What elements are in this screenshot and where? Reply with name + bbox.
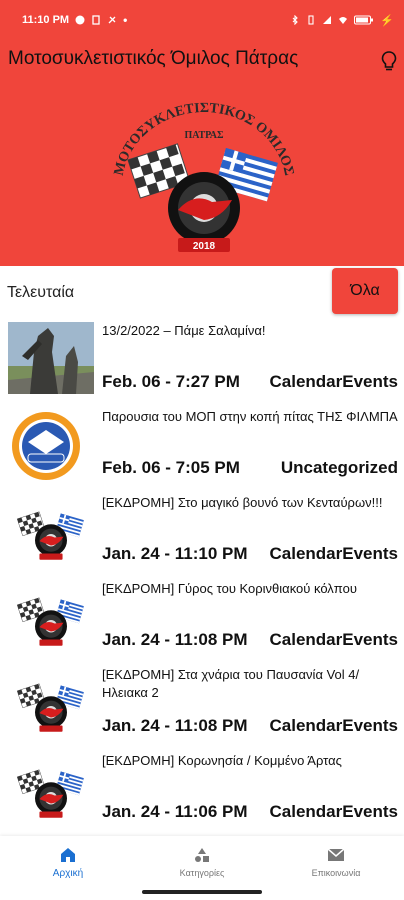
posts-list: 13/2/2022 – Πάμε Σαλαμίνα! Feb. 06 - 7:2… xyxy=(0,318,404,834)
nav-home[interactable]: Αρχική xyxy=(8,846,128,879)
home-indicator[interactable] xyxy=(142,890,262,894)
statue-photo-image xyxy=(8,322,94,394)
club-logo-graphic: ΜΟΤΟΣΥΚΛΕΤΙΣΤΙΚΟΣ ΟΜΙΛΟΣ ΠΑΤΡΑΣ 2018 xyxy=(112,101,296,253)
post-date: Feb. 06 - 7:27 PM xyxy=(102,372,240,391)
vibrate-icon xyxy=(308,15,314,25)
post-thumbnail xyxy=(8,408,94,480)
status-time: 11:10 PM xyxy=(22,14,70,26)
club-logo-thumb xyxy=(8,580,94,652)
signal-icon xyxy=(323,16,332,24)
categories-icon xyxy=(195,848,209,862)
post-thumbnail xyxy=(8,322,94,394)
post-category: CalendarEvents xyxy=(269,372,399,391)
club-logo-thumb xyxy=(8,666,94,738)
battery-charging-icon: ⚡ xyxy=(380,14,394,27)
status-right: ⚡ xyxy=(290,14,394,27)
post-date: Jan. 24 - 11:08 PM xyxy=(102,716,248,735)
nav-categories[interactable]: Κατηγορίες xyxy=(142,846,262,878)
club-logo-thumb xyxy=(8,494,94,566)
latest-section-header: Τελευταία Όλα xyxy=(0,266,404,318)
post-thumbnail xyxy=(8,580,94,652)
filmpa-logo-image xyxy=(8,408,94,480)
wifi-icon xyxy=(339,17,348,24)
notification-icon xyxy=(108,16,116,24)
nav-home-label: Αρχική xyxy=(52,868,84,879)
post-item[interactable]: Παρουσια του ΜΟΠ στην κοπή πίτας ΤΗΣ ΦΙΛ… xyxy=(0,404,404,490)
post-title: 13/2/2022 – Πάμε Σαλαμίνα! xyxy=(102,323,266,338)
post-category: CalendarEvents xyxy=(269,802,399,821)
post-title: [ΕΚΔΡΟΜΗ] Στα χνάρια του Παυσανία Vol 4/… xyxy=(102,667,360,700)
post-item[interactable]: [ΕΚΔΡΟΜΗ] Κορωνησία / Κομμένο Άρτας Jan.… xyxy=(0,748,404,834)
post-category: CalendarEvents xyxy=(269,716,399,735)
sim-icon xyxy=(92,15,100,25)
logo-city-text: ΠΑΤΡΑΣ xyxy=(184,130,224,141)
post-thumbnail xyxy=(8,752,94,824)
post-title: Παρουσια του ΜΟΠ στην κοπή πίτας ΤΗΣ ΦΙΛ… xyxy=(102,409,398,424)
app-title: Μοτοσυκλετιστικός Όμιλος Πάτρας xyxy=(8,48,299,69)
battery-icon xyxy=(354,15,374,25)
lightbulb-icon[interactable] xyxy=(380,50,398,72)
home-icon xyxy=(61,848,75,862)
section-title: Τελευταία xyxy=(7,284,75,301)
post-thumbnail xyxy=(8,494,94,566)
post-date: Jan. 24 - 11:10 PM xyxy=(102,544,248,563)
status-left: 11:10 PM • xyxy=(22,13,127,27)
nav-contact-label: Επικοινωνία xyxy=(311,868,361,878)
post-category: CalendarEvents xyxy=(269,544,399,563)
nav-contact[interactable]: Επικοινωνία xyxy=(276,846,396,878)
all-button[interactable]: Όλα xyxy=(332,268,398,314)
post-category: CalendarEvents xyxy=(269,630,399,649)
post-title: [ΕΚΔΡΟΜΗ] Στο μαγικό βουνό των Κενταύρων… xyxy=(102,495,383,510)
post-date: Jan. 24 - 11:06 PM xyxy=(102,802,248,821)
bottom-navigation: Αρχική Κατηγορίες Επικοινωνία xyxy=(0,836,404,900)
post-date: Feb. 06 - 7:05 PM xyxy=(102,458,240,477)
logo-year-text: 2018 xyxy=(193,241,216,252)
app-header: Μοτοσυκλετιστικός Όμιλος Πάτρας ΜΟΤΟΣΥΚΛ… xyxy=(0,40,404,266)
club-logo: ΜΟΤΟΣΥΚΛΕΤΙΣΤΙΚΟΣ ΟΜΙΛΟΣ ΠΑΤΡΑΣ 2018 xyxy=(108,100,300,262)
post-date: Jan. 24 - 11:08 PM xyxy=(102,630,248,649)
more-notifications-icon: • xyxy=(123,13,128,27)
post-item[interactable]: [ΕΚΔΡΟΜΗ] Γύρος του Κορινθιακού κόλπου J… xyxy=(0,576,404,662)
post-category: Uncategorized xyxy=(280,458,398,477)
mail-icon xyxy=(327,848,345,861)
post-item[interactable]: [ΕΚΔΡΟΜΗ] Στο μαγικό βουνό των Κενταύρων… xyxy=(0,490,404,576)
post-item[interactable]: [ΕΚΔΡΟΜΗ] Στα χνάρια του Παυσανία Vol 4/… xyxy=(0,662,404,748)
nav-categories-label: Κατηγορίες xyxy=(179,868,225,878)
post-title: [ΕΚΔΡΟΜΗ] Γύρος του Κορινθιακού κόλπου xyxy=(102,581,357,596)
bluetooth-icon xyxy=(292,15,299,25)
status-bar: 11:10 PM • ⚡ xyxy=(0,0,404,40)
club-logo-thumb xyxy=(8,752,94,824)
post-item[interactable]: 13/2/2022 – Πάμε Σαλαμίνα! Feb. 06 - 7:2… xyxy=(0,318,404,404)
post-title: [ΕΚΔΡΟΜΗ] Κορωνησία / Κομμένο Άρτας xyxy=(102,753,342,768)
messenger-icon xyxy=(75,15,85,25)
post-thumbnail xyxy=(8,666,94,738)
